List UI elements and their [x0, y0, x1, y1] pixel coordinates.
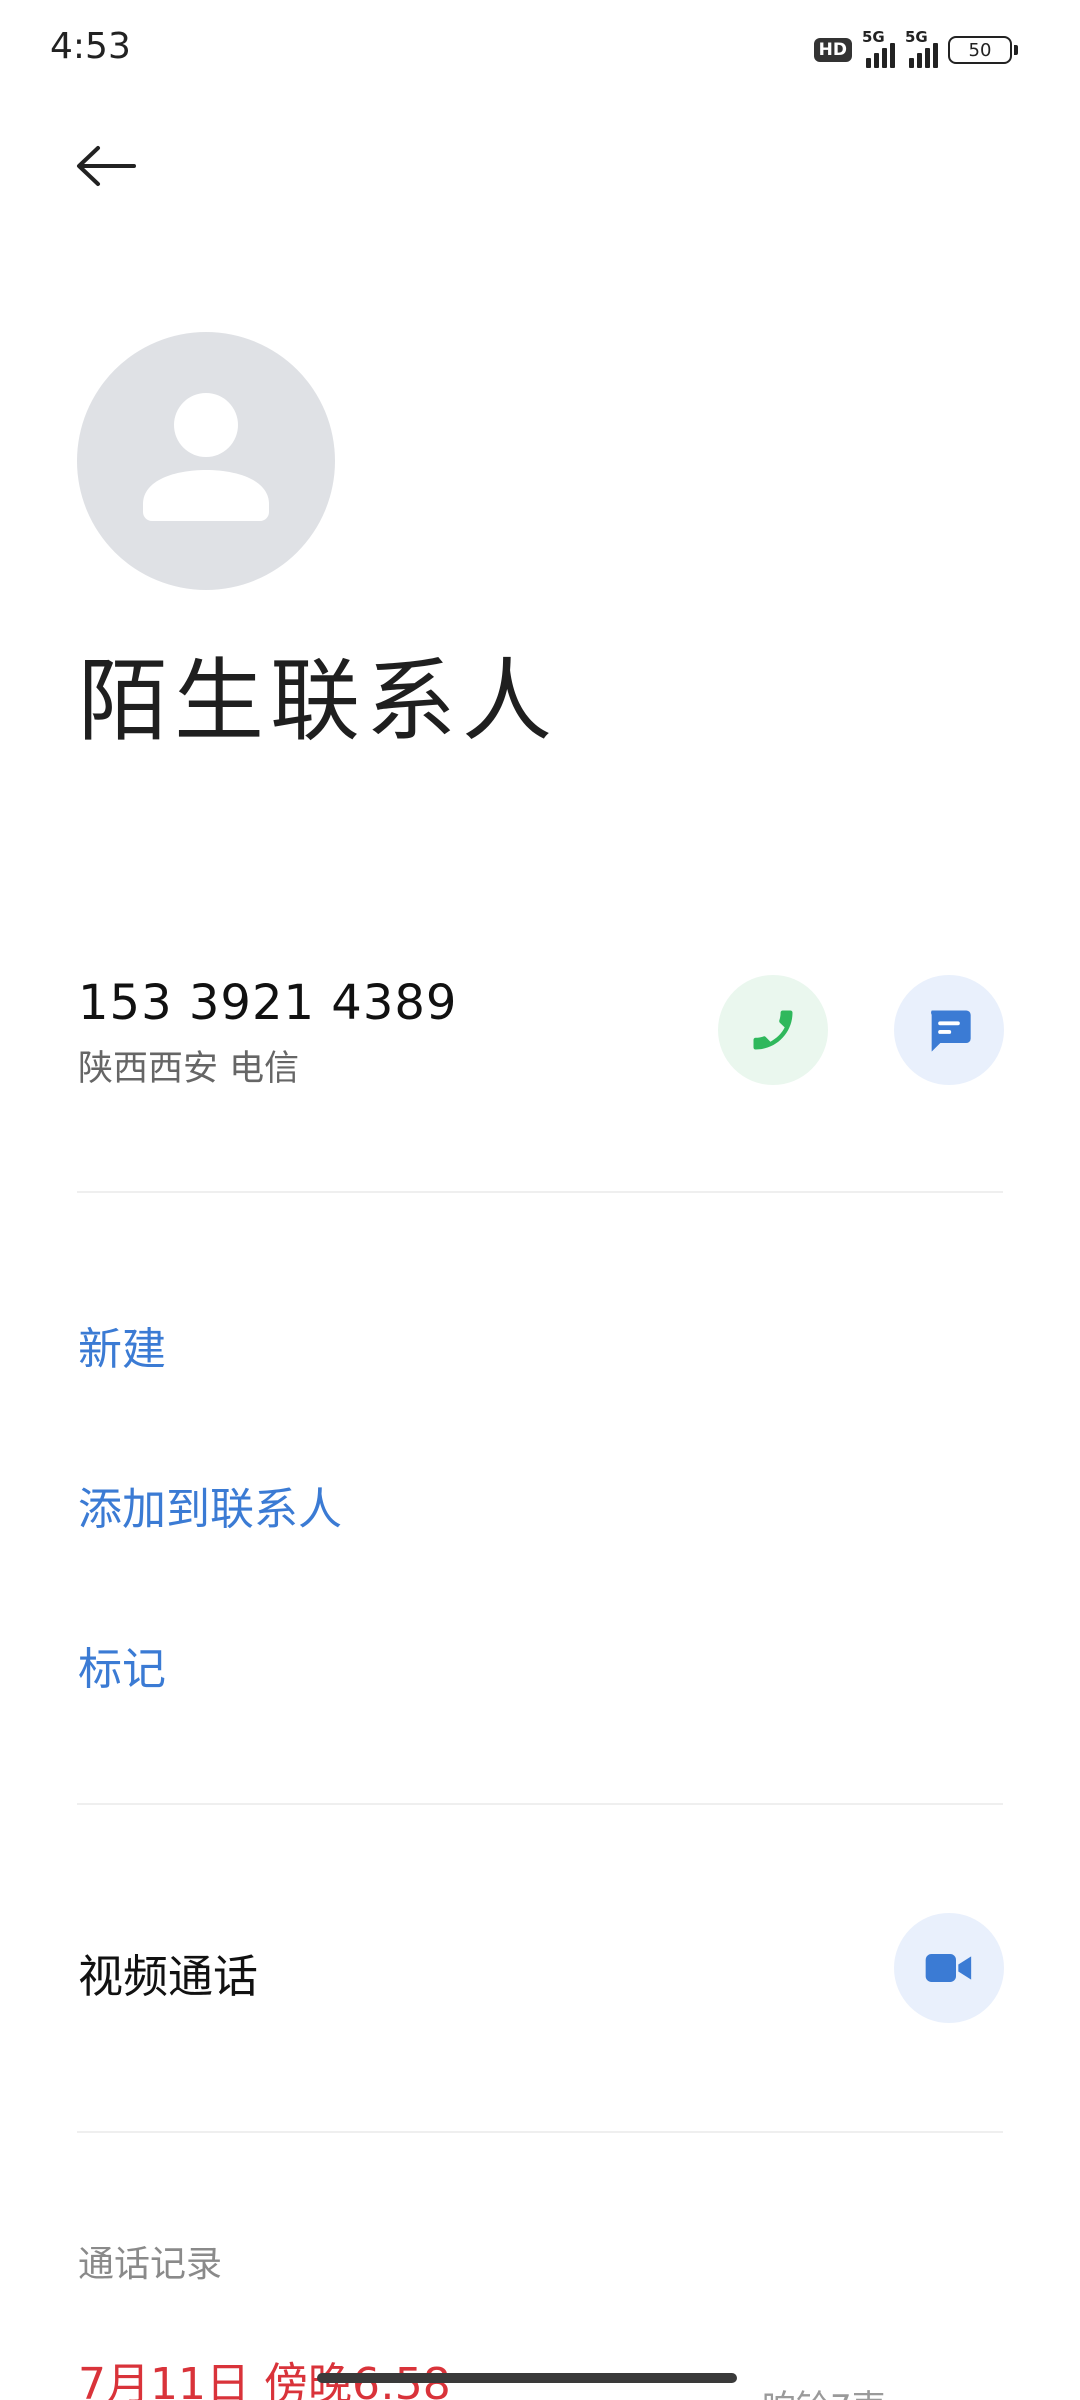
arrow-left-icon [77, 146, 136, 186]
message-button[interactable] [894, 975, 1004, 1085]
divider [77, 2131, 1003, 2133]
video-call-label: 视频通话 [78, 1950, 259, 2003]
battery-icon: 50 [948, 36, 1018, 64]
signal-icon-2: 5G [905, 28, 938, 68]
contact-detail-screen: 4:53 HD 5G 5G 50 陌生联系人 153 3921 4389 陕西西… [0, 0, 1080, 2400]
add-to-contacts-button[interactable]: 添加到联系人 [78, 1473, 342, 1537]
mark-button[interactable]: 标记 [78, 1633, 166, 1697]
phone-icon [753, 1010, 793, 1050]
network-type-label-2: 5G [905, 28, 928, 46]
home-indicator[interactable] [317, 2373, 737, 2383]
new-contact-button[interactable]: 新建 [78, 1313, 166, 1377]
divider [77, 1803, 1003, 1805]
back-button[interactable] [74, 136, 144, 196]
message-icon [931, 1010, 971, 1052]
status-bar: 4:53 HD 5G 5G 50 [0, 0, 1080, 100]
phone-number[interactable]: 153 3921 4389 [78, 975, 457, 1031]
call-log-duration: 响铃7声 [762, 2380, 886, 2400]
call-button[interactable] [718, 975, 828, 1085]
call-log-title: 通话记录 [78, 2244, 223, 2285]
status-icons: HD 5G 5G 50 [813, 28, 1018, 70]
status-time: 4:53 [50, 26, 131, 67]
hd-voice-icon: HD [813, 38, 852, 62]
person-icon [143, 393, 269, 521]
battery-level: 50 [968, 39, 992, 61]
signal-icon-1: 5G [862, 28, 895, 68]
phone-location: 陕西西安 电信 [78, 1049, 300, 1089]
video-camera-icon [925, 1954, 972, 1982]
avatar [77, 332, 335, 590]
video-call-button[interactable] [894, 1913, 1004, 2023]
network-type-label-1: 5G [862, 28, 885, 46]
divider [77, 1191, 1003, 1193]
contact-name: 陌生联系人 [78, 649, 558, 754]
